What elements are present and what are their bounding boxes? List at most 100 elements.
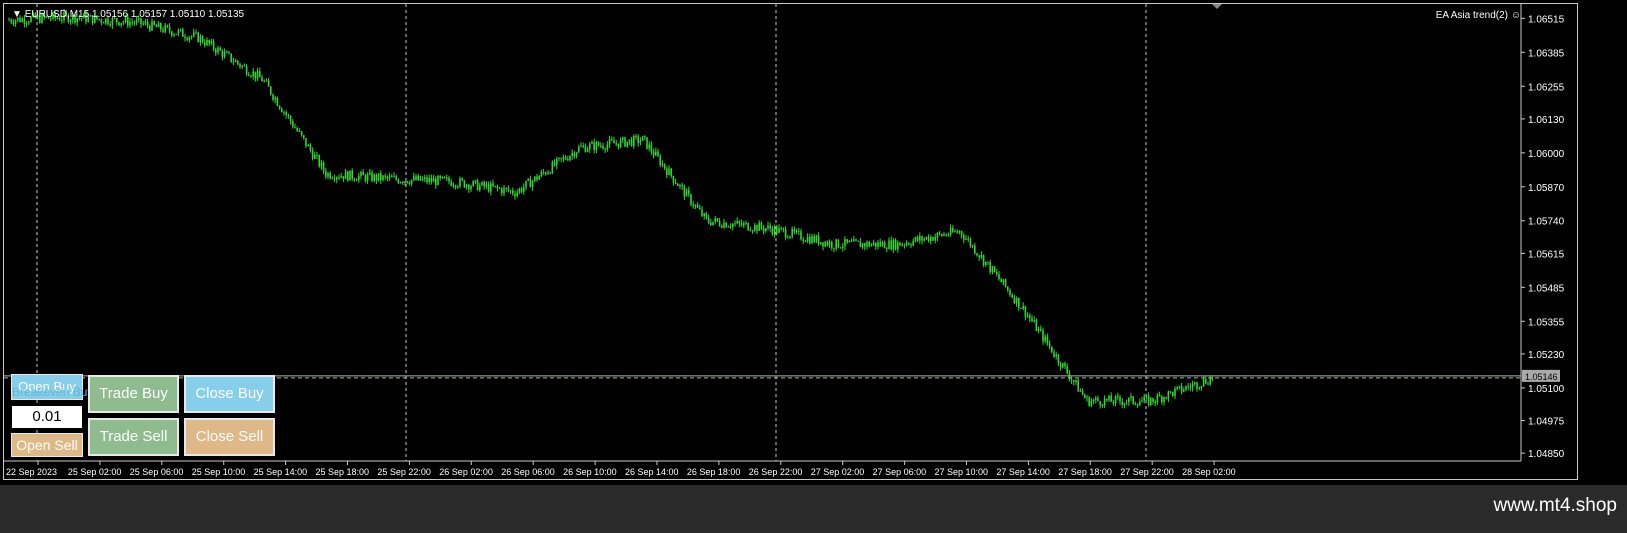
candle-body [866, 242, 868, 247]
candle-body [989, 262, 991, 273]
candle-body [360, 171, 362, 176]
candle-body [716, 218, 719, 222]
candle-body [1081, 390, 1084, 395]
candle-body [925, 236, 928, 239]
candle-body [320, 162, 323, 167]
collapse-triangle-icon[interactable]: ▼ [12, 9, 22, 20]
candle-body [914, 237, 917, 241]
candle-body [509, 190, 512, 192]
candle-body [993, 266, 996, 273]
candle-body [921, 236, 923, 241]
candle-body [338, 177, 340, 179]
candle-body [1007, 286, 1009, 290]
candle-body [725, 222, 727, 228]
candle-body [1119, 397, 1121, 402]
candle-body [1101, 405, 1104, 407]
candle-body [303, 135, 305, 138]
candle-body [1066, 366, 1068, 374]
candle-body [1196, 382, 1198, 389]
close-sell-button[interactable]: Close Sell [184, 418, 275, 456]
candle-body [908, 243, 910, 245]
candle-body [366, 174, 369, 181]
candle-body [281, 108, 283, 113]
candle-body [215, 49, 217, 53]
candle-body [1156, 394, 1159, 403]
candle-body [965, 238, 967, 240]
time-label: 27 Sep 22:00 [1120, 467, 1174, 477]
candle-body [971, 245, 974, 247]
candle-body [120, 23, 122, 26]
candle-body [151, 21, 153, 31]
time-label: 27 Sep 10:00 [935, 467, 989, 477]
candle-body [1152, 398, 1154, 402]
candle-body [1145, 395, 1148, 397]
candle-body [8, 19, 10, 21]
candle-body [12, 22, 15, 24]
candle-body [824, 242, 826, 247]
candle-body [573, 152, 576, 157]
price-label: 1.06255 [1528, 82, 1565, 93]
candle-body [208, 40, 210, 44]
candle-body [806, 236, 809, 242]
candle-body [595, 142, 598, 151]
candle-body [743, 223, 745, 226]
candle-body [439, 175, 441, 179]
candle-body [949, 228, 952, 235]
candle-body [919, 236, 921, 241]
candle-body [1035, 320, 1038, 331]
candle-body [769, 225, 771, 229]
candle-body [386, 176, 389, 179]
candle-body [798, 230, 800, 232]
candle-body [534, 176, 536, 181]
candle-body [930, 237, 932, 242]
trade-buy-button[interactable]: Trade Buy [88, 375, 179, 413]
candle-body [267, 80, 270, 87]
close-buy-button[interactable]: Close Buy [184, 375, 275, 413]
smiley-icon: ☺ [1510, 10, 1521, 21]
candle-body [474, 180, 477, 182]
candle-body [507, 188, 510, 191]
candle-body [384, 175, 386, 177]
candle-body [142, 23, 144, 25]
candle-body [864, 243, 866, 247]
candle-body [1042, 330, 1044, 342]
candle-body [784, 229, 787, 238]
candle-body [206, 40, 208, 46]
candle-body [177, 30, 180, 35]
lot-size-input[interactable]: 0.01 [12, 406, 82, 428]
candle-body [835, 239, 837, 249]
time-label: 25 Sep 14:00 [254, 467, 308, 477]
candle-body [1161, 396, 1163, 402]
candle-body [802, 239, 804, 241]
price-label: 1.05615 [1528, 249, 1565, 260]
open-sell-button[interactable]: Open Sell [11, 433, 83, 457]
candle-body [1198, 387, 1200, 389]
candle-body [846, 239, 848, 243]
candle-body [465, 184, 468, 188]
candle-body [1015, 297, 1018, 304]
candle-body [976, 253, 978, 256]
price-label: 1.04975 [1528, 417, 1565, 428]
candle-body [952, 228, 954, 232]
candle-body [129, 21, 131, 26]
candle-body [677, 183, 679, 187]
candle-body [298, 130, 301, 132]
candle-body [602, 145, 604, 149]
candle-body [1029, 315, 1031, 319]
candle-body [300, 131, 303, 136]
time-label: 25 Sep 06:00 [130, 467, 184, 477]
chart-window[interactable]: 1.06515 1.06385 1.06255 1.06130 1.06000 1.058… [3, 3, 1578, 480]
trade-sell-button[interactable]: Trade Sell [88, 418, 179, 456]
candle-body [791, 228, 793, 237]
candle-body [736, 221, 738, 224]
expert-advisor-label[interactable]: EA Asia trend(2) ☺ [1436, 10, 1521, 21]
candle-body [446, 177, 448, 179]
candle-body [1209, 377, 1211, 385]
candle-body [767, 225, 769, 229]
candle-body [886, 248, 888, 250]
symbol-timeframe: EURUSD,M15 [24, 9, 90, 20]
candle-body [718, 221, 721, 226]
candle-body [283, 112, 285, 114]
symbol-header: ▼ EURUSD,M15 1.05156 1.05157 1.05110 1.0… [12, 9, 244, 20]
candle-body [745, 222, 747, 224]
